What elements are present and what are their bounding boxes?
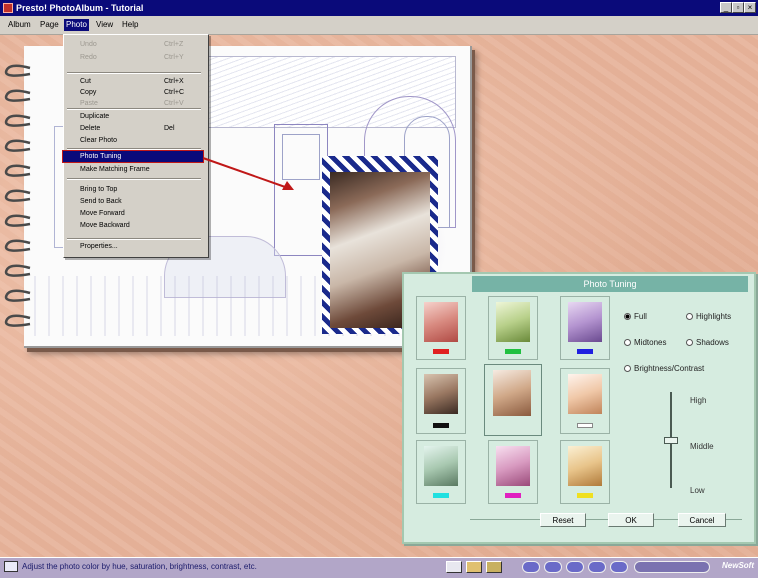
swatch-green <box>505 349 521 354</box>
close-button[interactable]: × <box>744 2 756 13</box>
slider-high-label: High <box>690 396 707 405</box>
menu-page[interactable]: Page <box>38 19 61 31</box>
thumb-current <box>493 370 531 416</box>
swatch-white <box>577 423 593 428</box>
menu-item-move-forward[interactable]: Move Forward <box>80 209 125 219</box>
slider-low-label: Low <box>690 486 705 495</box>
nav-button-4[interactable] <box>588 561 606 573</box>
menu-item-undo[interactable]: Undo <box>80 40 97 50</box>
status-text: Adjust the photo color by hue, saturatio… <box>22 562 257 571</box>
menu-shortcut: Ctrl+Z <box>164 41 184 48</box>
menu-item-copy[interactable]: Copy <box>80 88 96 98</box>
radio-label: Shadows <box>696 338 729 347</box>
brand-logo: NewSoft <box>722 561 754 570</box>
menu-item-move-backward[interactable]: Move Backward <box>80 221 130 231</box>
menu-shortcut: Del <box>164 125 175 132</box>
nav-button-1[interactable] <box>522 561 540 573</box>
page-indicator[interactable] <box>634 561 710 573</box>
callout-arrow <box>202 157 294 190</box>
thumb-magenta <box>496 446 530 486</box>
menu-item-bring-to-top[interactable]: Bring to Top <box>80 185 117 195</box>
radio-label: Brightness/Contrast <box>634 364 705 373</box>
thumb-yellow <box>568 446 602 486</box>
menu-separator <box>67 72 201 74</box>
menu-item-properties[interactable]: Properties... <box>80 242 118 252</box>
swatch-red <box>433 349 449 354</box>
status-icon <box>4 561 18 572</box>
menu-shortcut: Ctrl+Y <box>164 54 184 61</box>
radio-label: Full <box>634 312 647 321</box>
radio-brightness-contrast[interactable]: Brightness/Contrast <box>624 364 704 374</box>
nav-button-3[interactable] <box>566 561 584 573</box>
menu-item-delete[interactable]: Delete <box>80 124 100 134</box>
menu-separator <box>67 148 201 150</box>
minimize-button[interactable]: _ <box>720 2 732 13</box>
cancel-button[interactable]: Cancel <box>678 513 726 527</box>
title-bar: Presto! PhotoAlbum - Tutorial _ ▫ × <box>0 0 758 16</box>
menu-item-make-matching-frame[interactable]: Make Matching Frame <box>80 165 150 175</box>
spiral-binding <box>4 64 31 327</box>
nav-button-2[interactable] <box>544 561 562 573</box>
menu-separator <box>67 238 201 240</box>
swatch-magenta <box>505 493 521 498</box>
thumb-red <box>424 302 458 342</box>
menu-bar: Album Page Photo View Help <box>0 16 758 35</box>
radio-label: Highlights <box>696 312 732 321</box>
swatch-black <box>433 423 449 428</box>
radio-full[interactable]: Full <box>624 312 647 322</box>
radio-highlights[interactable]: Highlights <box>686 312 731 322</box>
radio-dot <box>686 313 693 320</box>
toolbar-button-1[interactable] <box>446 561 462 573</box>
swatch-blue <box>577 349 593 354</box>
menu-item-paste[interactable]: Paste <box>80 99 98 109</box>
thumb-white <box>568 374 602 414</box>
menu-item-duplicate[interactable]: Duplicate <box>80 112 109 122</box>
menu-photo[interactable]: Photo <box>64 19 89 31</box>
radio-shadows[interactable]: Shadows <box>686 338 729 348</box>
radio-dot <box>624 365 631 372</box>
swatch-yellow <box>577 493 593 498</box>
radio-dot <box>624 339 631 346</box>
radio-dot <box>686 339 693 346</box>
app-icon[interactable] <box>3 3 13 13</box>
thumb-green <box>496 302 530 342</box>
radio-label: Midtones <box>634 338 667 347</box>
menu-shortcut: Ctrl+C <box>164 89 185 96</box>
menu-album[interactable]: Album <box>6 19 33 31</box>
menu-view[interactable]: View <box>94 19 115 31</box>
menu-item-send-to-back[interactable]: Send to Back <box>80 197 122 207</box>
ok-button[interactable]: OK <box>608 513 654 527</box>
radio-dot <box>624 313 631 320</box>
dialog-title: Photo Tuning <box>472 276 748 292</box>
thumb-blue <box>568 302 602 342</box>
menu-item-clear-photo[interactable]: Clear Photo <box>80 136 117 146</box>
menu-separator <box>67 178 201 180</box>
restore-button[interactable]: ▫ <box>732 2 744 13</box>
swatch-cyan <box>433 493 449 498</box>
window-title: Presto! PhotoAlbum - Tutorial <box>16 3 144 13</box>
reset-button[interactable]: Reset <box>540 513 586 527</box>
menu-item-cut[interactable]: Cut <box>80 77 91 87</box>
thumb-cyan <box>424 446 458 486</box>
slider-middle-label: Middle <box>690 442 714 451</box>
toolbar-button-3[interactable] <box>486 561 502 573</box>
menu-shortcut: Ctrl+X <box>164 78 184 85</box>
menu-item-photo-tuning[interactable]: Photo Tuning <box>80 152 121 162</box>
menu-shortcut: Ctrl+V <box>164 100 184 107</box>
nav-button-5[interactable] <box>610 561 628 573</box>
toolbar-button-2[interactable] <box>466 561 482 573</box>
menu-help[interactable]: Help <box>120 19 140 31</box>
thumb-black <box>424 374 458 414</box>
menu-item-redo[interactable]: Redo <box>80 53 97 63</box>
radio-midtones[interactable]: Midtones <box>624 338 666 348</box>
slider-thumb[interactable] <box>664 437 678 444</box>
